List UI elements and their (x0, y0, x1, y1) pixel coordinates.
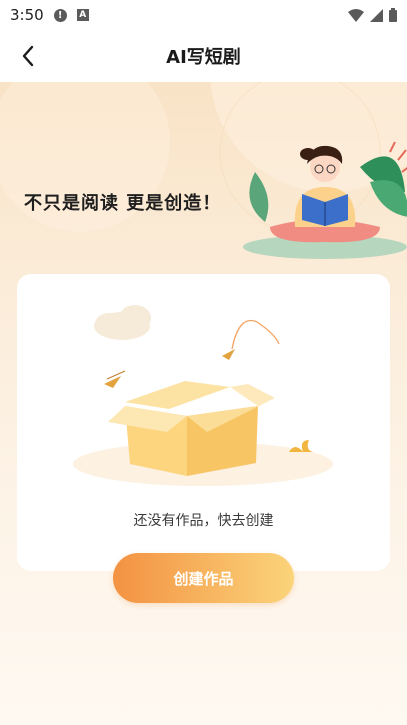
signal-icon (370, 8, 383, 22)
hero-slogan: 不只是阅读 更是创造！ (24, 193, 222, 214)
a-icon: A (76, 9, 89, 21)
battery-icon (389, 8, 397, 22)
empty-state-message: 还没有作品，快去创建 (133, 513, 274, 529)
status-right-icons (348, 8, 397, 22)
status-bar: 3:50 ! A (0, 0, 407, 30)
create-work-button[interactable]: 创建作品 (113, 553, 294, 603)
wifi-icon (348, 8, 364, 22)
nav-bar: AI写短剧 (0, 30, 407, 82)
reading-girl-illustration (243, 141, 407, 259)
back-button[interactable] (14, 42, 42, 70)
status-time: 3:50 (10, 6, 44, 24)
alert-icon: ! (53, 8, 67, 22)
create-work-button-label: 创建作品 (173, 569, 234, 588)
page-title: AI写短剧 (166, 47, 241, 68)
hero-section: 不只是阅读 更是创造！ 还没有作品，快去创建 创建作品 (0, 82, 407, 725)
chevron-left-icon (22, 45, 34, 67)
empty-box-icon (73, 305, 333, 486)
empty-state-card: 还没有作品，快去创建 (17, 274, 390, 571)
